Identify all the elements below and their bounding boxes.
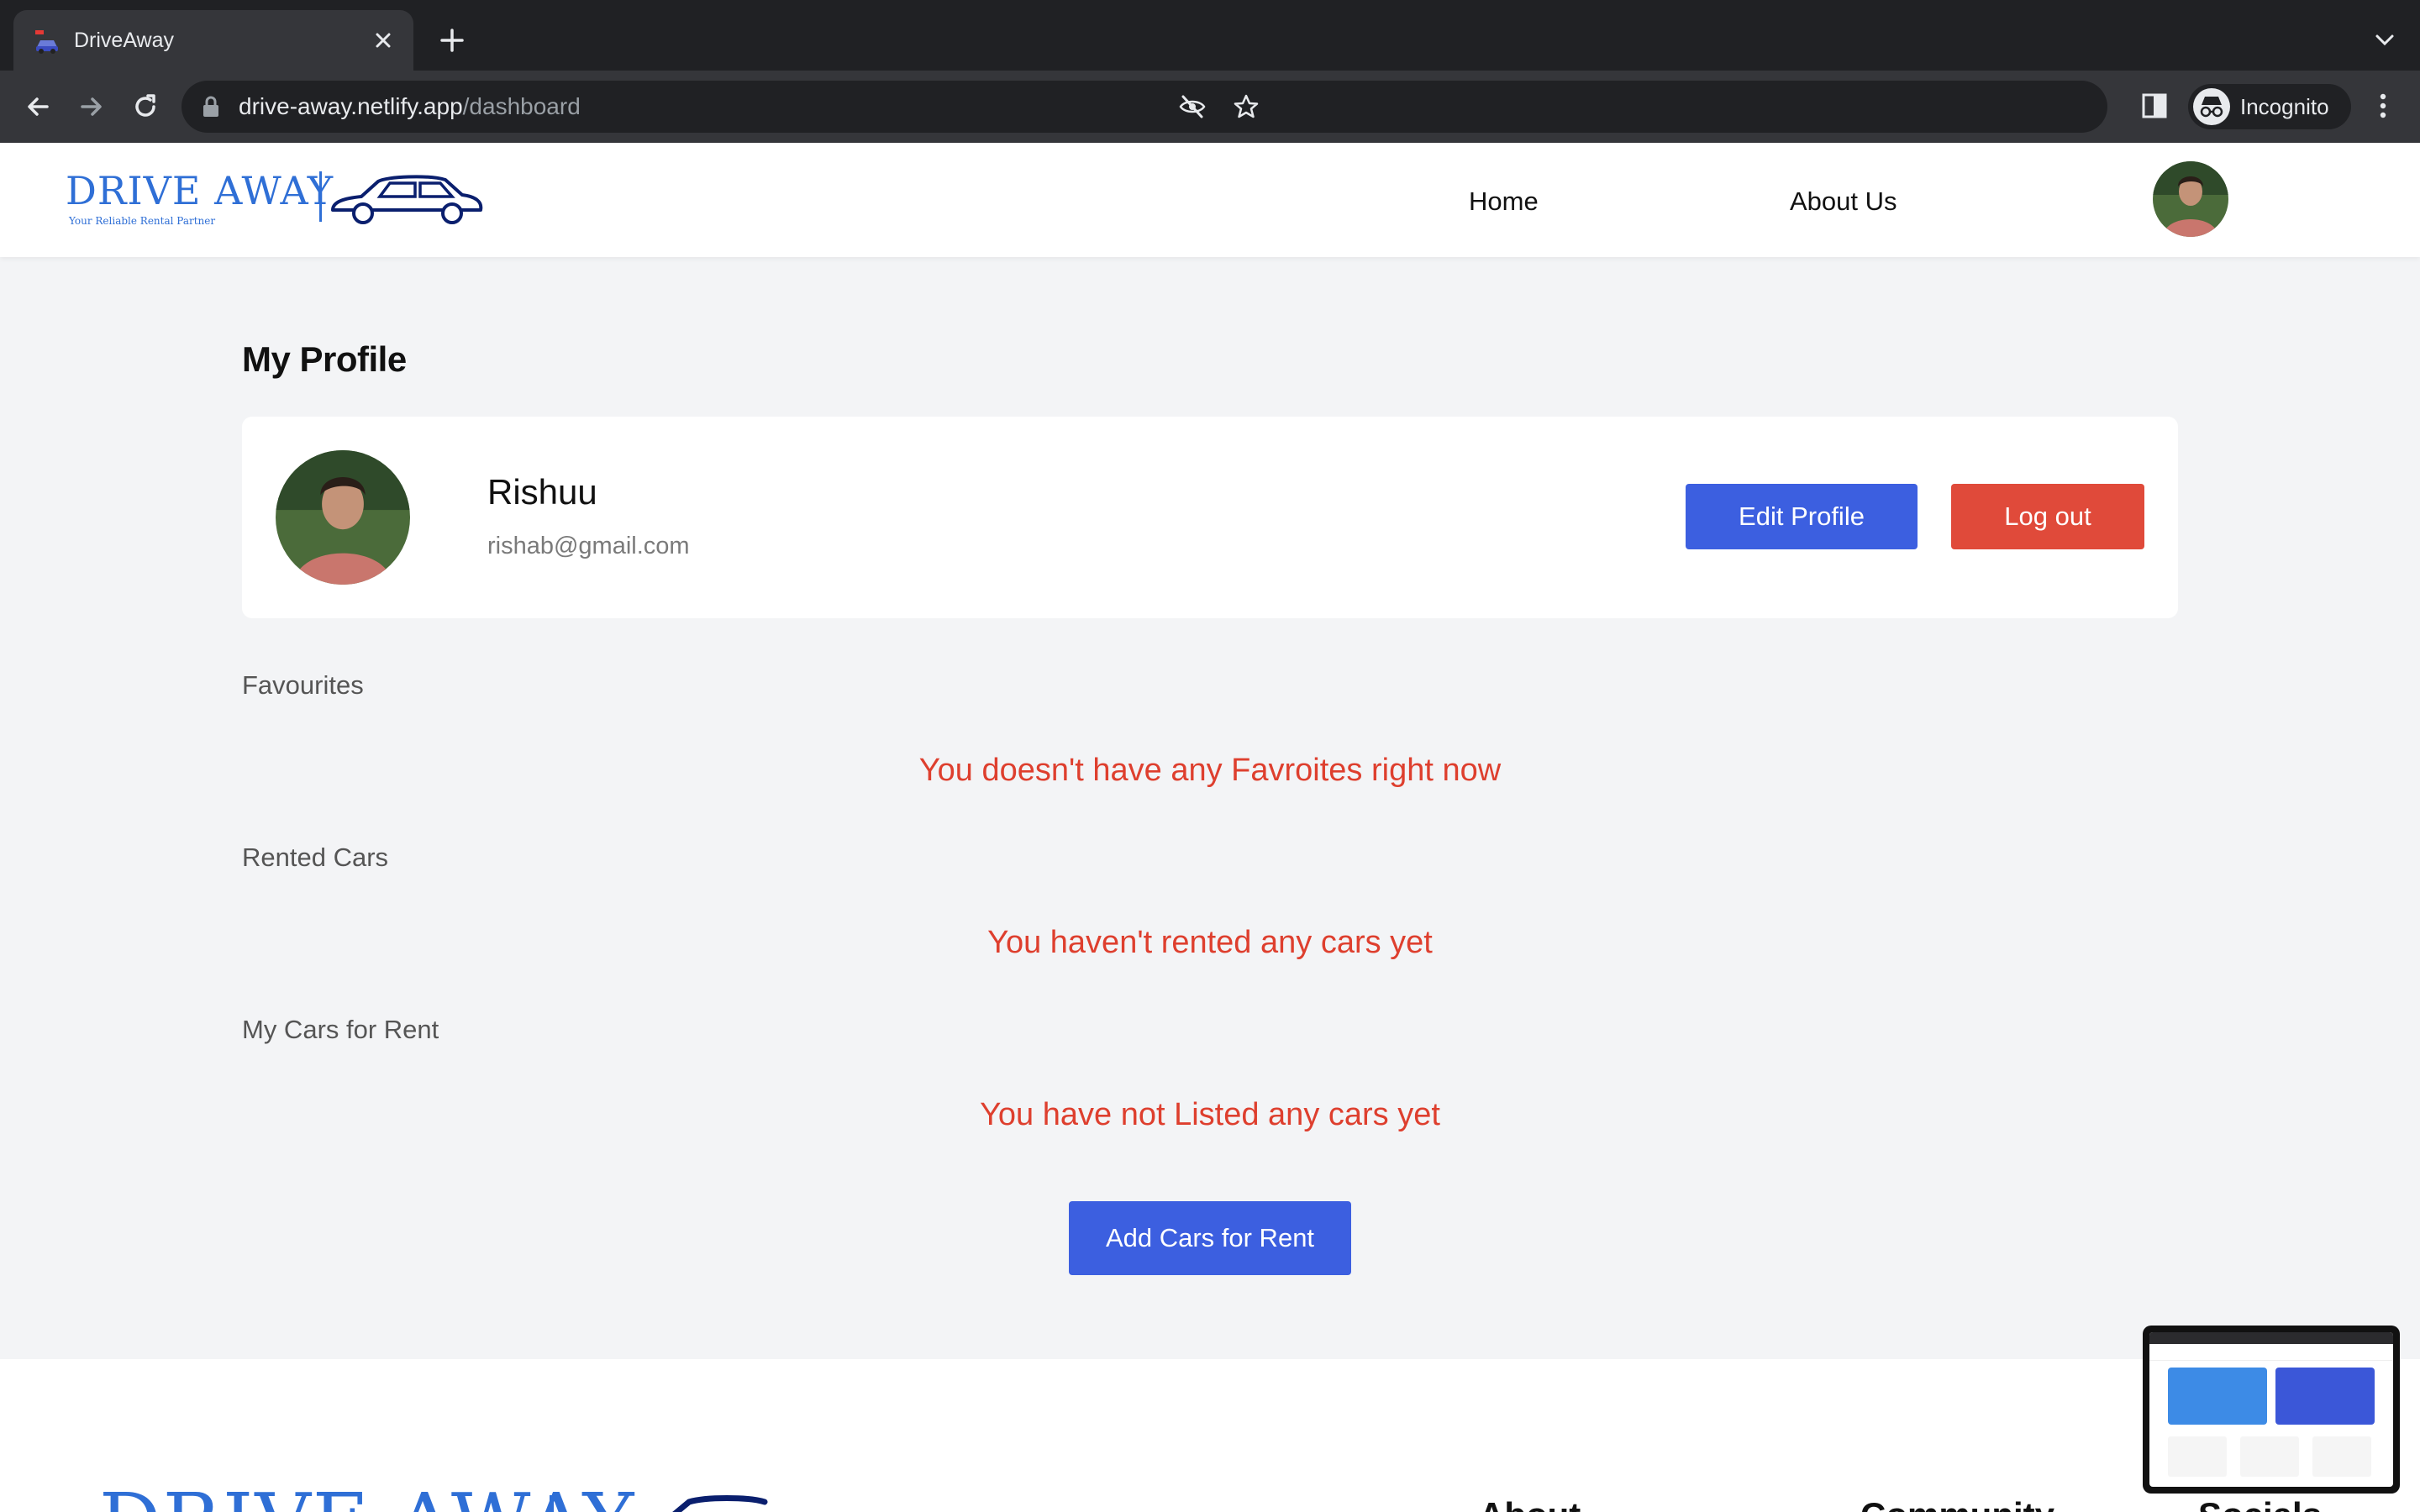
incognito-icon — [2193, 88, 2230, 125]
nav-about-link[interactable]: About Us — [1790, 186, 1897, 217]
preview-chrome — [2149, 1332, 2393, 1344]
logout-button[interactable]: Log out — [1951, 484, 2144, 549]
side-panel-icon[interactable] — [2138, 89, 2171, 123]
close-icon[interactable] — [371, 29, 395, 52]
url-text[interactable]: drive-away.netlify.app/dashboard — [239, 81, 581, 133]
preview-content — [2149, 1332, 2393, 1487]
forward-icon[interactable] — [74, 89, 109, 124]
nav-home-link[interactable]: Home — [1469, 186, 1539, 217]
incognito-badge[interactable]: Incognito — [2188, 84, 2351, 129]
page-title: My Profile — [242, 339, 407, 379]
logo-divider — [319, 171, 322, 222]
logo-text: DRIVE AWAY — [66, 168, 334, 213]
chevron-down-icon[interactable] — [2373, 30, 2396, 50]
header-avatar[interactable] — [2153, 161, 2228, 237]
footer-about-heading: About — [1479, 1495, 1581, 1512]
profile-avatar — [276, 450, 410, 585]
avatar-image — [2153, 161, 2228, 237]
browser-tab[interactable]: DriveAway — [13, 10, 413, 71]
site-header: DRIVE AWAY Your Reliable Rental Partner … — [0, 143, 2420, 257]
profile-card: Rishuu rishab@gmail.com Edit Profile Log… — [242, 417, 2178, 618]
reload-icon[interactable] — [128, 89, 163, 124]
user-name: Rishuu — [487, 472, 597, 512]
preview-banner-right — [2275, 1368, 2375, 1425]
rented-cars-empty-message: You haven't rented any cars yet — [987, 925, 1433, 960]
url-host: drive-away.netlify.app — [239, 93, 463, 119]
favourites-heading: Favourites — [242, 670, 364, 700]
back-icon[interactable] — [20, 89, 55, 124]
star-icon[interactable] — [1232, 92, 1260, 121]
browser-toolbar: drive-away.netlify.app/dashboard Incogni… — [0, 71, 2420, 143]
my-cars-empty-message: You have not Listed any cars yet — [980, 1097, 1440, 1132]
lock-icon — [203, 96, 218, 117]
my-cars-heading: My Cars for Rent — [242, 1015, 439, 1044]
rented-cars-heading: Rented Cars — [242, 843, 389, 872]
footer-car-icon — [672, 1495, 768, 1512]
address-bar[interactable]: drive-away.netlify.app/dashboard — [182, 81, 2107, 133]
more-menu-icon[interactable] — [2366, 89, 2400, 123]
site-footer: DRIVE AWAY About Community Socials — [0, 1359, 2420, 1512]
preview-car-card — [2312, 1436, 2371, 1477]
avatar-image — [276, 450, 410, 585]
user-email: rishab@gmail.com — [487, 533, 690, 559]
add-cars-button[interactable]: Add Cars for Rent — [1069, 1201, 1351, 1275]
browser-tabstrip: DriveAway — [0, 0, 2420, 71]
favourites-empty-message: You doesn't have any Favroites right now — [918, 753, 1502, 788]
preview-car-card — [2240, 1436, 2299, 1477]
car-favicon-icon — [35, 30, 58, 54]
edit-profile-button[interactable]: Edit Profile — [1686, 484, 1918, 549]
preview-banner-left — [2168, 1368, 2267, 1425]
footer-community-heading: Community — [1860, 1495, 2054, 1512]
screenshot-preview-thumbnail[interactable] — [2143, 1326, 2400, 1494]
footer-socials-heading: Socials — [2198, 1495, 2322, 1512]
car-logo-icon — [331, 175, 483, 224]
site-logo[interactable]: DRIVE AWAY Your Reliable Rental Partner — [66, 168, 502, 235]
incognito-label: Incognito — [2240, 94, 2329, 119]
preview-header — [2149, 1344, 2393, 1361]
new-tab-icon[interactable] — [437, 25, 467, 55]
url-path: /dashboard — [462, 93, 581, 119]
eye-slash-icon[interactable] — [1178, 92, 1207, 121]
footer-logo-text: DRIVE AWAY — [99, 1477, 635, 1512]
preview-car-card — [2168, 1436, 2227, 1477]
tab-title: DriveAway — [74, 29, 175, 52]
footer-logo-divider — [550, 1495, 554, 1512]
logo-tagline: Your Reliable Rental Partner — [69, 215, 216, 227]
